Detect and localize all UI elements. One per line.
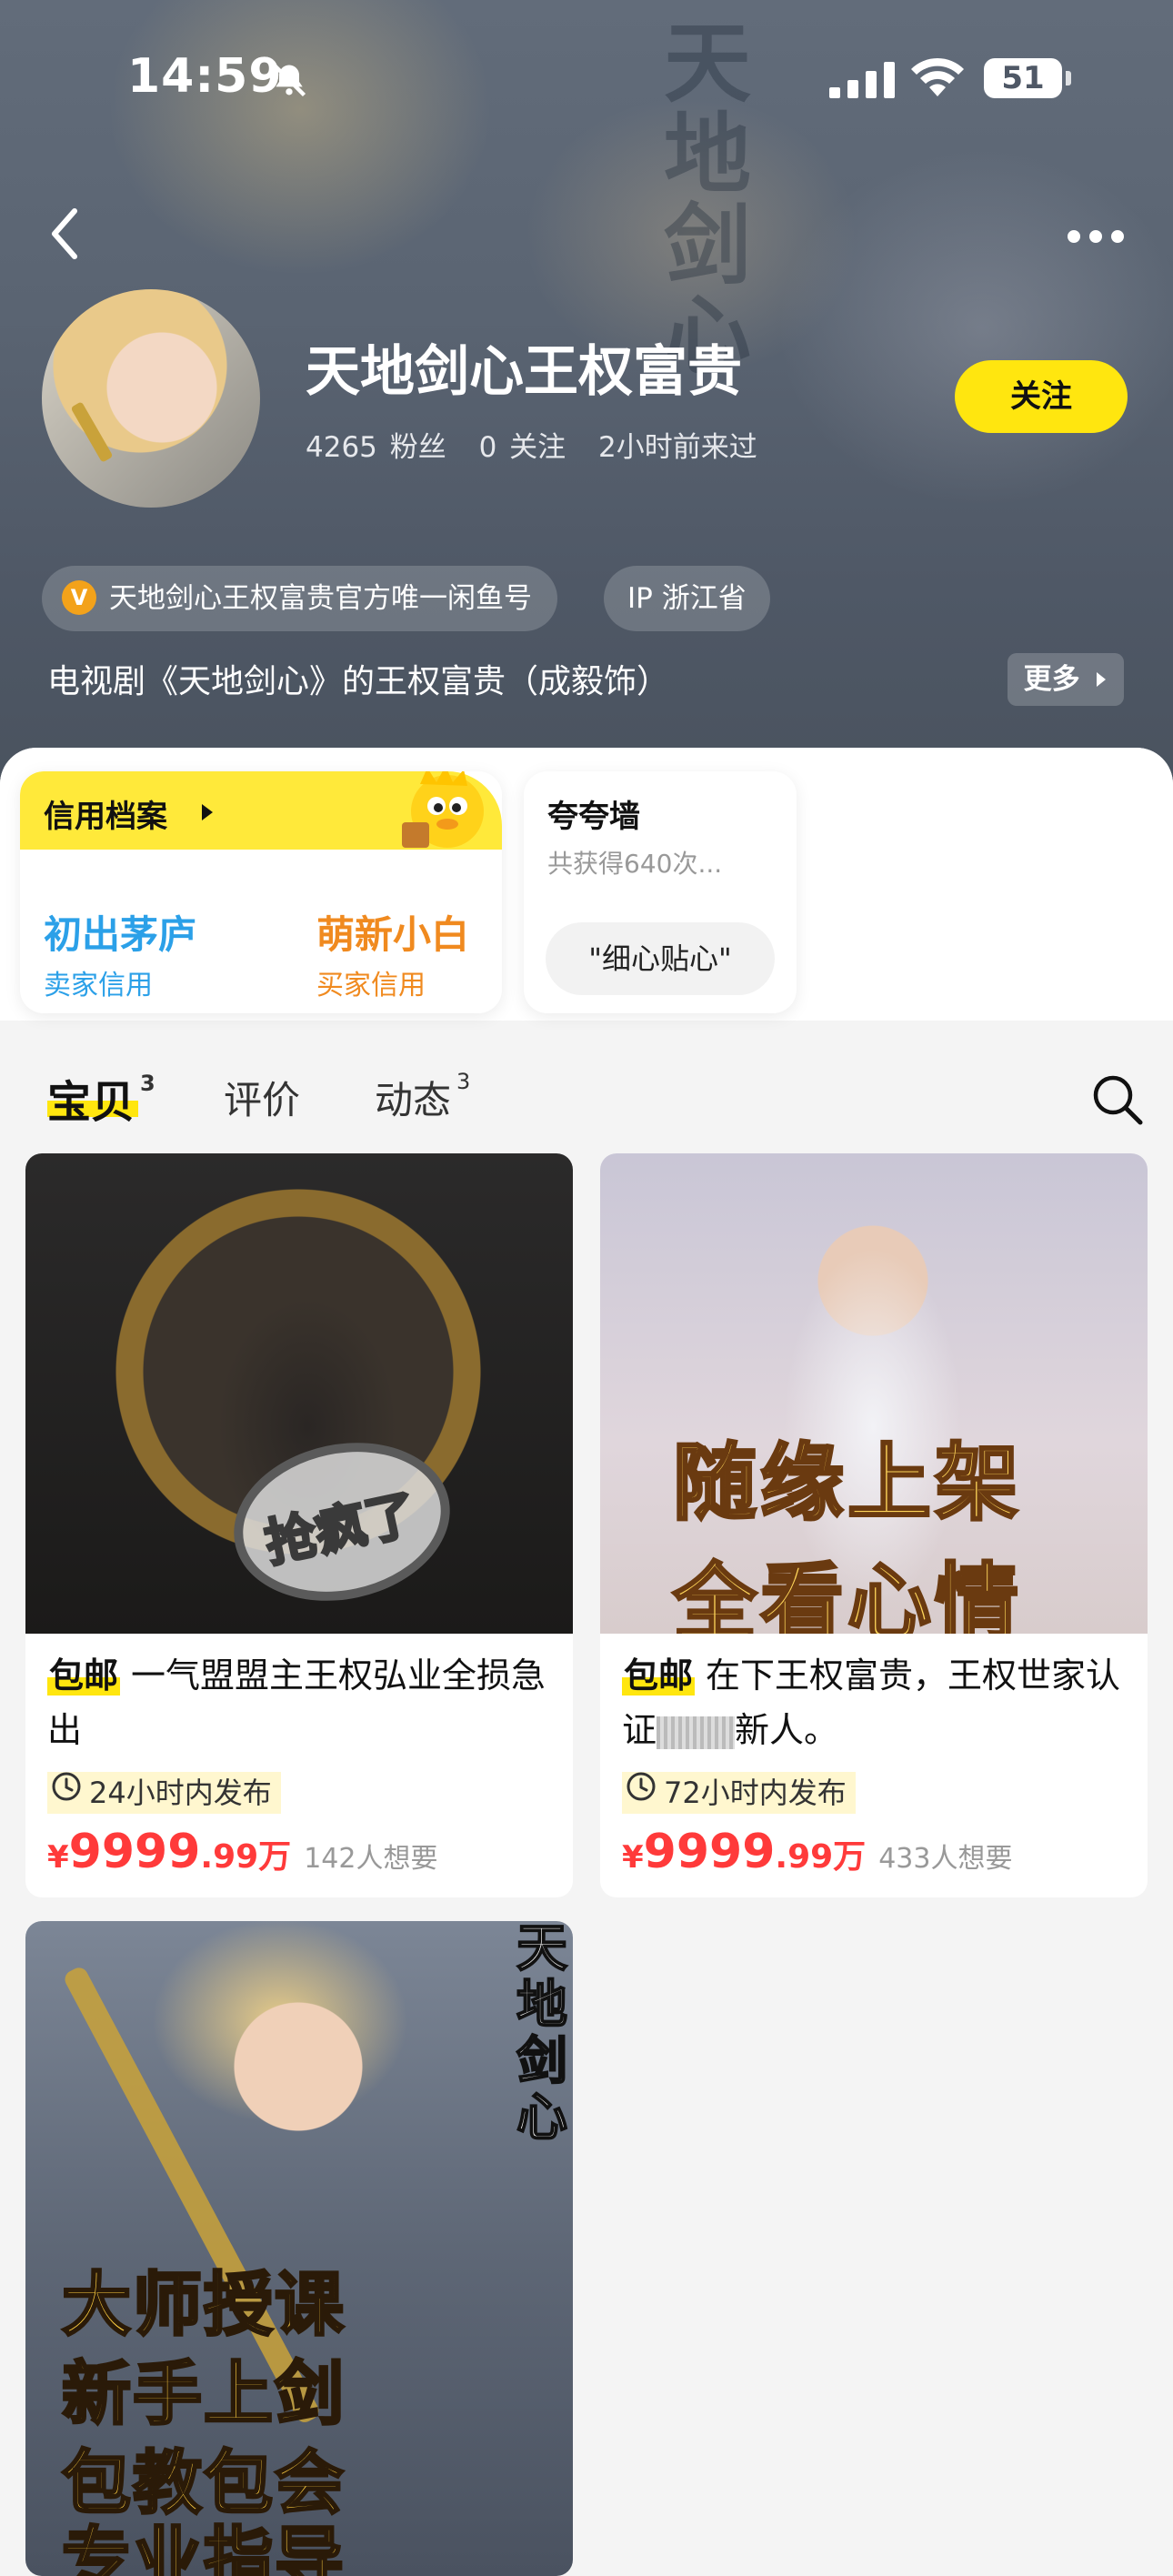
publish-time-label: 72小时内发布 (664, 1776, 847, 1810)
bio-more-label: 更多 (1023, 663, 1080, 696)
price: ¥9999.99万 142人想要 (47, 1825, 437, 1879)
image-text-line: 随缘上架 (671, 1434, 1023, 1534)
cellular-signal-icon (829, 62, 897, 102)
tab-posts[interactable]: 动态 3 (375, 1069, 471, 1125)
battery-indicator: 51 (984, 58, 1062, 98)
currency-symbol: ¥ (47, 1839, 69, 1876)
profile-name: 天地剑心王权富贵 (306, 340, 742, 404)
product-image: 随缘上架 全看心情 (600, 1153, 1148, 1634)
product-title-text: 一气盟盟主王权弘业全损急出 (47, 1655, 546, 1750)
fans-count[interactable]: 4265 粉丝 (306, 431, 446, 464)
publish-time: 72小时内发布 (622, 1772, 856, 1814)
credit-card[interactable]: 信用档案 初出茅庐 卖家信用 萌新小白 买家信用 (20, 771, 502, 1013)
search-icon[interactable] (1091, 1073, 1144, 1130)
seller-credit-label: 卖家信用 (44, 970, 153, 1001)
tab-reviews-label: 评价 (224, 1078, 301, 1122)
want-count: 142人想要 (304, 1843, 438, 1875)
follow-button[interactable]: 关注 (955, 360, 1128, 433)
tab-posts-label: 动态 (375, 1078, 452, 1122)
product-title-text-end: 新人。 (735, 1710, 839, 1750)
credit-title: 信用档案 (44, 799, 167, 835)
profile-header: 天地剑心 14:59 51 天地剑心王权富贵 4265 粉丝 0 关注 2小时前… (0, 0, 1173, 782)
product-card[interactable]: 抢疯了 包邮 一气盟盟主王权弘业全损急出 24小时内发布 ¥9999.99万 142… (25, 1153, 573, 1897)
ip-location-tag: IP 浙江省 (604, 566, 770, 631)
praise-tag: "细心贴心" (546, 922, 775, 995)
back-icon[interactable] (49, 206, 80, 266)
status-time: 14:59 (127, 49, 283, 104)
currency-symbol: ¥ (622, 1839, 644, 1876)
tab-bar: 宝贝 3 评价 动态 3 (0, 1046, 1173, 1146)
price-integer: 9999 (68, 1825, 201, 1879)
verified-tag-label: 天地剑心王权富贵官方唯一闲鱼号 (109, 582, 532, 615)
tab-items-label: 宝贝 (47, 1077, 135, 1128)
price: ¥9999.99万 433人想要 (622, 1825, 1012, 1879)
image-text-line: 大师授课 (61, 2263, 346, 2347)
verified-tag[interactable]: V 天地剑心王权富贵官方唯一闲鱼号 (42, 566, 557, 631)
price-integer: 9999 (643, 1825, 776, 1879)
product-card[interactable]: 天地剑心 大师授课 新手上剑 包教包会 专业指导 (25, 1921, 573, 2576)
praise-title: 夸夸墙 (547, 799, 640, 835)
bell-muted-icon (269, 60, 309, 104)
more-options-icon[interactable] (1066, 227, 1126, 249)
product-image: 天地剑心 大师授课 新手上剑 包教包会 专业指导 (25, 1921, 573, 2576)
image-text-line: 专业指导 (61, 2518, 346, 2576)
following-count[interactable]: 0 关注 (479, 431, 566, 464)
tab-posts-count: 3 (456, 1069, 471, 1094)
seller-credit-value: 初出茅庐 (44, 912, 197, 957)
verified-badge-icon: V (62, 579, 96, 615)
image-side-title: 天地剑心 (516, 1921, 568, 2148)
profile-bio: 电视剧《天地剑心》的王权富贵（成毅饰） (47, 663, 670, 700)
tab-reviews[interactable]: 评价 (224, 1070, 300, 1125)
product-image: 抢疯了 (25, 1153, 573, 1634)
avatar[interactable] (42, 289, 260, 508)
price-decimal: .99万 (200, 1838, 292, 1876)
publish-time-label: 24小时内发布 (89, 1776, 272, 1810)
chevron-right-icon (1097, 671, 1107, 687)
buyer-credit-label: 买家信用 (316, 970, 426, 1001)
battery-tip (1066, 71, 1071, 86)
profile-stats: 4265 粉丝 0 关注 2小时前来过 (306, 424, 777, 465)
product-title: 包邮 一气盟盟主王权弘业全损急出 (47, 1648, 553, 1757)
chevron-right-icon (200, 802, 215, 826)
status-bar: 14:59 51 (0, 45, 1173, 118)
wifi-icon (909, 56, 966, 102)
image-text-line: 新手上剑 (61, 2352, 346, 2436)
bio-more-button[interactable]: 更多 (1008, 653, 1124, 706)
cards-area: 信用档案 初出茅庐 卖家信用 萌新小白 买家信用 夸夸墙 共获得640次... … (0, 748, 1173, 1021)
tab-items[interactable]: 宝贝 3 (47, 1066, 155, 1130)
product-title: 包邮 在下王权富贵，王权世家认证 新人。 (622, 1648, 1128, 1757)
free-shipping-badge: 包邮 (47, 1655, 121, 1696)
praise-wall-card[interactable]: 夸夸墙 共获得640次... "细心贴心" (524, 771, 797, 1013)
product-card[interactable]: 随缘上架 全看心情 包邮 在下王权富贵，王权世家认证 新人。 72小时内发布 ¥99… (600, 1153, 1148, 1897)
buyer-credit-value: 萌新小白 (316, 912, 470, 957)
free-shipping-badge: 包邮 (622, 1655, 696, 1696)
redacted-text (657, 1716, 736, 1749)
publish-time: 24小时内发布 (47, 1772, 281, 1814)
price-decimal: .99万 (775, 1838, 867, 1876)
praise-subtitle: 共获得640次... (547, 849, 723, 879)
mascot-icon (393, 771, 493, 855)
clock-icon (626, 1771, 657, 1813)
want-count: 433人想要 (878, 1843, 1013, 1875)
clock-icon (51, 1771, 82, 1813)
tab-items-count: 3 (140, 1071, 155, 1096)
image-text-line: 全看心情 (671, 1554, 1023, 1635)
last-seen: 2小时前来过 (598, 431, 757, 464)
